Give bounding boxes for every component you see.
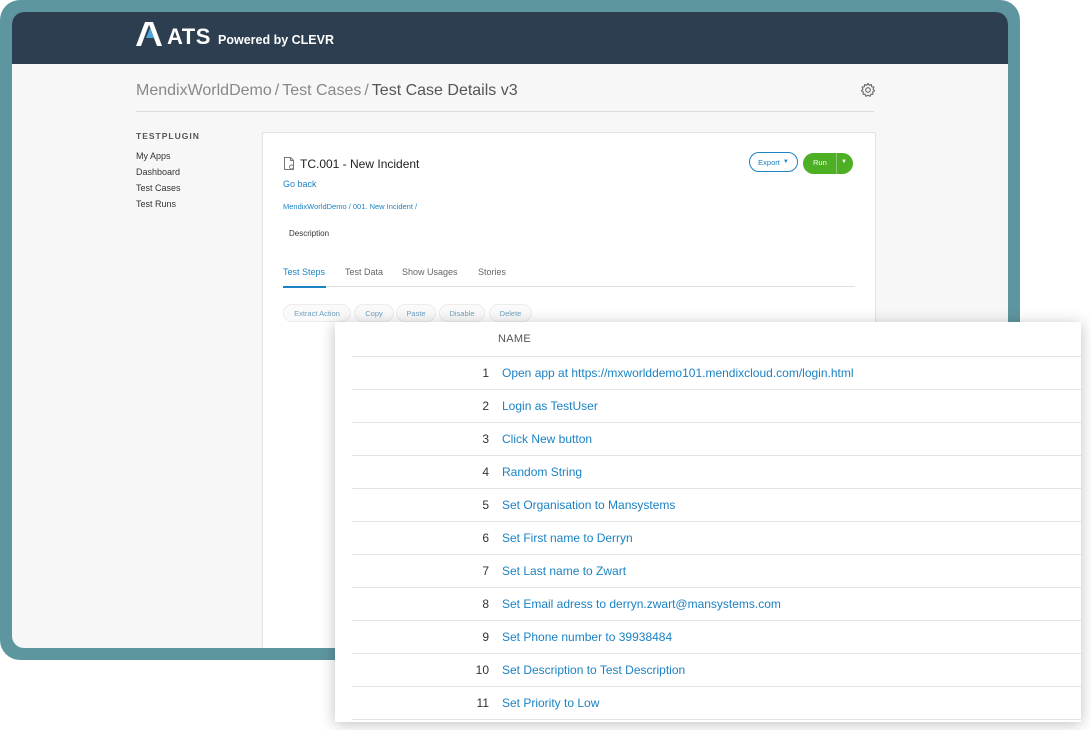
sidebar-title: TESTPLUGIN — [136, 131, 200, 141]
breadcrumb-separator: / — [364, 82, 369, 99]
top-bar: ATS Powered by CLEVR — [12, 12, 1008, 64]
table-row-number: 2 — [482, 399, 489, 413]
caret-down-icon[interactable]: ▼ — [841, 159, 847, 165]
test-steps-table: NAME 1 Open app at https://mxworlddemo101… — [335, 322, 1081, 722]
table-row-step-name[interactable]: Set Last name to Zwart — [502, 564, 626, 578]
tabs-divider — [283, 286, 855, 287]
row-divider — [352, 389, 1081, 390]
test-case-title: TC.001 - New Incident — [300, 157, 420, 171]
active-tab-indicator — [283, 286, 326, 288]
export-button[interactable]: Export ▼ — [749, 152, 798, 172]
breadcrumb-item-test-cases[interactable]: Test Cases — [282, 82, 361, 99]
table-row-number: 3 — [482, 432, 489, 446]
row-divider — [352, 620, 1081, 621]
column-header-name: NAME — [498, 333, 531, 345]
row-divider — [352, 521, 1081, 522]
sidebar-item-test-cases[interactable]: Test Cases — [136, 183, 181, 193]
table-row-number: 1 — [482, 366, 489, 380]
table-row-step-name[interactable]: Set Priority to Low — [502, 696, 599, 710]
brand-name: ATS — [167, 24, 211, 49]
header-divider — [136, 111, 874, 112]
breadcrumb-separator: / — [274, 82, 280, 99]
row-divider — [352, 488, 1081, 489]
powered-by-text: Powered by CLEVR — [218, 33, 334, 47]
tab-stories[interactable]: Stories — [478, 267, 506, 277]
table-row-number: 11 — [476, 696, 489, 710]
table-row-number: 10 — [475, 663, 489, 677]
row-divider — [352, 587, 1081, 588]
table-row-step-name[interactable]: Set Email adress to derryn.zwart@mansyst… — [502, 597, 781, 611]
row-divider — [352, 719, 1081, 720]
tab-show-usages[interactable]: Show Usages — [402, 267, 458, 277]
ats-logo-icon — [136, 22, 162, 46]
table-row-number: 7 — [482, 564, 489, 578]
table-row-step-name[interactable]: Set First name to Derryn — [502, 531, 633, 545]
row-divider — [352, 653, 1081, 654]
run-split-divider — [836, 153, 837, 174]
table-row-step-name[interactable]: Open app at https://mxworlddemo101.mendi… — [502, 366, 854, 380]
table-row-step-name[interactable]: Login as TestUser — [502, 399, 598, 413]
delete-button[interactable]: Delete — [489, 304, 532, 322]
gear-icon[interactable] — [860, 82, 876, 98]
row-divider — [352, 356, 1081, 357]
row-divider — [352, 422, 1081, 423]
table-row-step-name[interactable]: Set Description to Test Description — [502, 663, 685, 677]
page-title: Test Case Details v3 — [371, 82, 518, 99]
document-icon — [284, 157, 294, 170]
table-row-number: 8 — [482, 597, 489, 611]
table-row-step-name[interactable]: Set Phone number to 39938484 — [502, 630, 672, 644]
row-divider — [352, 455, 1081, 456]
breadcrumb-item-app[interactable]: MendixWorldDemo — [136, 82, 272, 99]
caret-down-icon: ▼ — [782, 159, 789, 165]
tab-test-steps[interactable]: Test Steps — [283, 267, 325, 277]
disable-button[interactable]: Disable — [439, 304, 485, 322]
extract-action-button[interactable]: Extract Action — [283, 304, 351, 322]
breadcrumb: MendixWorldDemo / Test Cases / Test Case Det… — [136, 82, 518, 100]
table-row-number: 9 — [482, 630, 489, 644]
copy-button[interactable]: Copy — [354, 304, 394, 322]
run-label: Run — [813, 158, 827, 167]
table-row-number: 6 — [482, 531, 489, 545]
table-row-step-name[interactable]: Random String — [502, 465, 582, 479]
paste-button[interactable]: Paste — [396, 304, 436, 322]
go-back-link[interactable]: Go back — [283, 179, 317, 189]
sidebar-item-my-apps[interactable]: My Apps — [136, 151, 171, 161]
row-divider — [352, 686, 1081, 687]
description-label: Description — [289, 229, 330, 238]
export-label: Export — [758, 157, 780, 167]
table-row-step-name[interactable]: Set Organisation to Mansystems — [502, 498, 675, 512]
sidebar-item-test-runs[interactable]: Test Runs — [136, 199, 176, 209]
table-row-number: 4 — [482, 465, 489, 479]
test-case-path[interactable]: MendixWorldDemo / 001. New Incident / — [283, 202, 417, 211]
run-button[interactable]: Run ▼ — [803, 153, 853, 174]
row-divider — [352, 554, 1081, 555]
table-row-step-name[interactable]: Click New button — [502, 432, 592, 446]
sidebar-item-dashboard[interactable]: Dashboard — [136, 167, 180, 177]
tab-test-data[interactable]: Test Data — [345, 267, 383, 277]
table-row-number: 5 — [482, 498, 489, 512]
